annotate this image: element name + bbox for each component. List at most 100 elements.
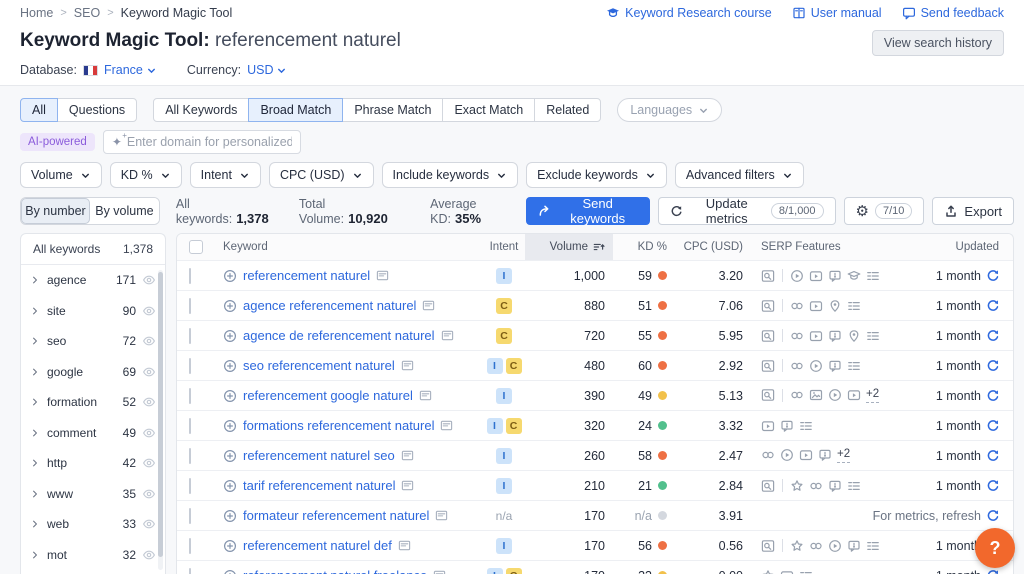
keyword-link[interactable]: referencement naturel seo: [243, 448, 395, 463]
keyword-group-formation[interactable]: formation 52: [21, 387, 165, 418]
tab-questions[interactable]: Questions: [56, 98, 138, 122]
eye-icon[interactable]: [142, 456, 156, 470]
filter-include-keywords[interactable]: Include keywords: [381, 162, 519, 188]
tab-exact-match[interactable]: Exact Match: [442, 98, 536, 122]
tab-broad-match[interactable]: Broad Match: [248, 98, 344, 122]
tab-all-keywords[interactable]: All Keywords: [153, 98, 250, 122]
keyword-link[interactable]: formateur referencement naturel: [243, 508, 429, 523]
row-checkbox[interactable]: [189, 537, 191, 554]
keyword-group-www[interactable]: www 35: [21, 479, 165, 510]
refresh-icon[interactable]: [986, 419, 999, 432]
serp-card-icon[interactable]: [398, 539, 411, 552]
eye-icon[interactable]: [142, 395, 156, 409]
keyword-group-mot[interactable]: mot 32: [21, 540, 165, 571]
keyword-link[interactable]: referencement google naturel: [243, 388, 413, 403]
filter-cpc-usd-[interactable]: CPC (USD): [268, 162, 374, 188]
filter-advanced-filters[interactable]: Advanced filters: [674, 162, 804, 188]
chevron-right-icon[interactable]: [30, 336, 40, 346]
serp-card-icon[interactable]: [376, 269, 389, 282]
keyword-group-http[interactable]: http 42: [21, 448, 165, 479]
top-link-send-feedback[interactable]: Send feedback: [902, 6, 1004, 20]
serp-card-icon[interactable]: [401, 359, 414, 372]
chevron-right-icon[interactable]: [30, 489, 40, 499]
serp-card-icon[interactable]: [440, 419, 453, 432]
keyword-link[interactable]: seo referencement naturel: [243, 358, 395, 373]
select-all-checkbox[interactable]: [189, 240, 203, 254]
serp-card-icon[interactable]: [401, 449, 414, 462]
chevron-right-icon[interactable]: [30, 275, 40, 285]
plus-circle-icon[interactable]: [223, 299, 237, 313]
plus-circle-icon[interactable]: [223, 359, 237, 373]
refresh-icon[interactable]: [986, 449, 999, 462]
eye-icon[interactable]: [142, 517, 156, 531]
serp-extra-count[interactable]: +2: [837, 448, 851, 463]
filter-intent[interactable]: Intent: [189, 162, 261, 188]
eye-icon[interactable]: [142, 487, 156, 501]
plus-circle-icon[interactable]: [223, 419, 237, 433]
keyword-link[interactable]: agence de referencement naturel: [243, 328, 435, 343]
serp-card-icon[interactable]: [441, 329, 454, 342]
serp-card-icon[interactable]: [422, 299, 435, 312]
toggle-by-volume[interactable]: By volume: [89, 198, 159, 224]
keyword-group-seo[interactable]: seo 72: [21, 326, 165, 357]
sidebar-header-label[interactable]: All keywords: [33, 242, 100, 256]
refresh-icon[interactable]: [986, 389, 999, 402]
chevron-right-icon[interactable]: [30, 306, 40, 316]
tab-phrase-match[interactable]: Phrase Match: [342, 98, 444, 122]
keyword-link[interactable]: referencement naturel: [243, 268, 370, 283]
refresh-icon[interactable]: [986, 359, 999, 372]
keyword-group-site[interactable]: site 90: [21, 296, 165, 327]
chevron-right-icon[interactable]: [30, 519, 40, 529]
serp-card-icon[interactable]: [401, 479, 414, 492]
filter-kd-[interactable]: KD %: [109, 162, 182, 188]
plus-circle-icon[interactable]: [223, 269, 237, 283]
sidebar-scrollbar-thumb[interactable]: [158, 272, 163, 557]
tab-all[interactable]: All: [20, 98, 58, 122]
serp-card-icon[interactable]: [435, 509, 448, 522]
send-keywords-button[interactable]: Send keywords: [526, 196, 651, 226]
filter-volume[interactable]: Volume: [20, 162, 102, 188]
top-link-keyword-research-course[interactable]: Keyword Research course: [606, 6, 772, 20]
chevron-right-icon[interactable]: [30, 428, 40, 438]
toggle-by-number[interactable]: By number: [21, 198, 90, 224]
refresh-icon[interactable]: [986, 569, 999, 574]
refresh-icon[interactable]: [986, 479, 999, 492]
eye-icon[interactable]: [142, 334, 156, 348]
chevron-right-icon[interactable]: [30, 367, 40, 377]
update-metrics-button[interactable]: Update metrics 8/1,000: [658, 196, 836, 226]
row-checkbox[interactable]: [189, 507, 191, 524]
row-checkbox[interactable]: [189, 357, 191, 374]
column-header-volume[interactable]: Volume: [525, 234, 613, 260]
refresh-icon[interactable]: [986, 269, 999, 282]
row-checkbox[interactable]: [189, 567, 191, 574]
top-link-user-manual[interactable]: User manual: [792, 6, 882, 20]
plus-circle-icon[interactable]: [223, 479, 237, 493]
plus-circle-icon[interactable]: [223, 329, 237, 343]
tab-related[interactable]: Related: [534, 98, 602, 122]
keyword-group-comment[interactable]: comment 49: [21, 418, 165, 449]
chevron-right-icon[interactable]: [30, 550, 40, 560]
keyword-group-google[interactable]: google 69: [21, 357, 165, 388]
serp-card-icon[interactable]: [419, 389, 432, 402]
row-checkbox[interactable]: [189, 447, 191, 464]
plus-circle-icon[interactable]: [223, 509, 237, 523]
row-checkbox[interactable]: [189, 417, 191, 434]
eye-icon[interactable]: [142, 365, 156, 379]
keyword-link[interactable]: agence referencement naturel: [243, 298, 416, 313]
help-button[interactable]: ?: [975, 528, 1015, 568]
refresh-icon[interactable]: [986, 329, 999, 342]
refresh-icon[interactable]: [986, 299, 999, 312]
serp-card-icon[interactable]: [433, 569, 446, 574]
eye-icon[interactable]: [142, 426, 156, 440]
eye-icon[interactable]: [142, 304, 156, 318]
keyword-link[interactable]: formations referencement naturel: [243, 418, 434, 433]
keyword-link[interactable]: referencement naturel freelance: [243, 568, 427, 574]
row-checkbox[interactable]: [189, 387, 191, 404]
languages-dropdown[interactable]: Languages: [617, 98, 723, 122]
keyword-group-web[interactable]: web 33: [21, 509, 165, 540]
keyword-group-paiement[interactable]: paiement32: [21, 570, 165, 574]
row-checkbox[interactable]: [189, 267, 191, 284]
eye-icon[interactable]: [142, 273, 156, 287]
plus-circle-icon[interactable]: [223, 449, 237, 463]
refresh-icon[interactable]: [986, 509, 999, 522]
